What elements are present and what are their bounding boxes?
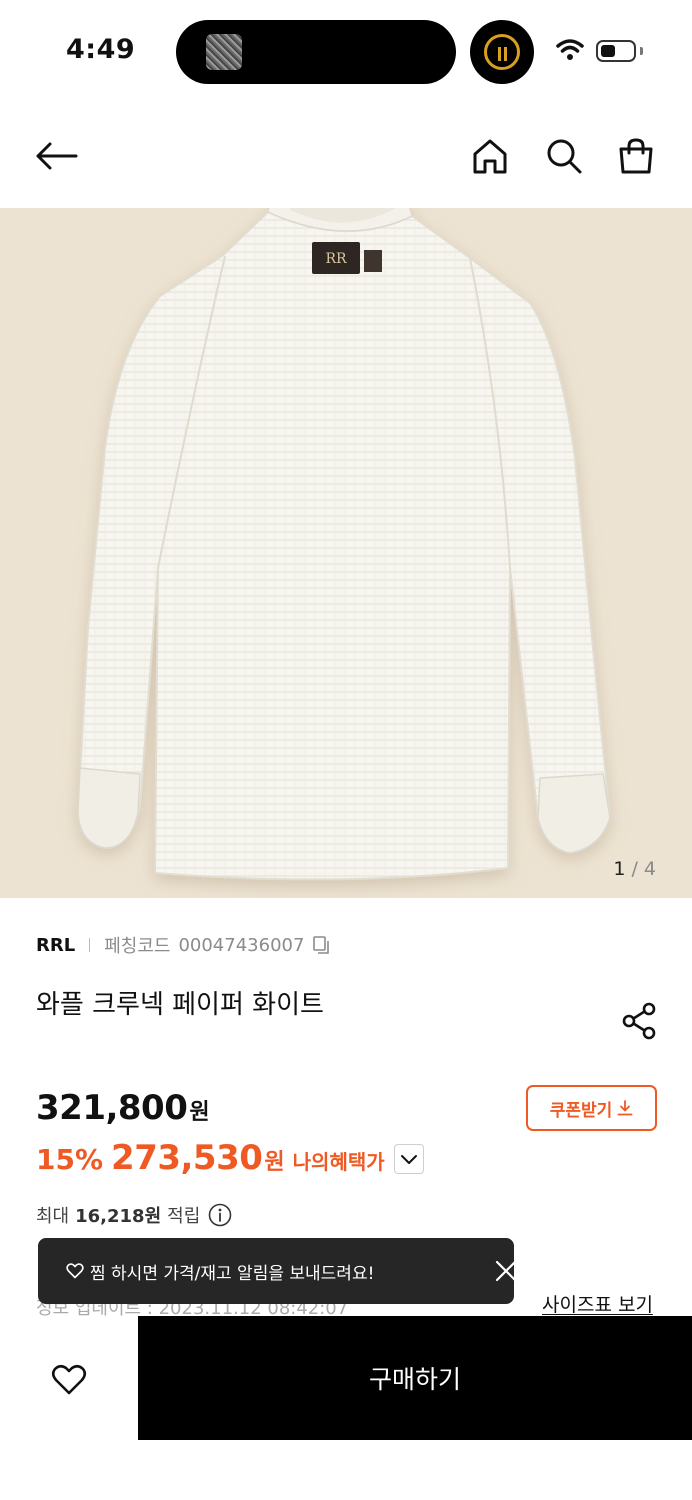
coupon-button[interactable]: 쿠폰받기 — [526, 1085, 657, 1131]
price-original: 321,800 원 — [36, 1088, 210, 1128]
size-chart-link[interactable]: 사이즈표 보기 — [542, 1290, 653, 1317]
timer-ring-icon — [484, 34, 520, 70]
image-counter-current: 1 — [613, 858, 626, 880]
wishlist-toast: 찜 하시면 가격/재고 알림을 보내드려요! — [38, 1238, 517, 1304]
price-sale-amount: 273,530 — [111, 1138, 263, 1178]
wifi-icon — [556, 39, 584, 60]
my-benefit-price-label: 나의혜택가 — [292, 1150, 385, 1174]
wishlist-button[interactable] — [40, 1356, 98, 1404]
pause-icon — [498, 47, 508, 61]
brand-name[interactable]: RRL — [36, 935, 75, 956]
points-amount: 16,218원 — [75, 1206, 162, 1227]
timer-activity[interactable] — [470, 20, 534, 84]
price-sale-currency: 원 — [264, 1150, 285, 1175]
benefit-dropdown-button[interactable] — [394, 1144, 424, 1174]
toast-message: 찜 하시면 가격/재고 알림을 보내드려요! — [90, 1263, 375, 1284]
status-bar: 4:49 — [0, 0, 692, 104]
battery-cap — [640, 47, 643, 55]
fetching-code-value: 00047436007 — [178, 934, 305, 956]
chevron-down-icon — [401, 1155, 417, 1164]
copy-icon[interactable] — [312, 935, 332, 955]
close-icon[interactable] — [494, 1259, 518, 1283]
points-prefix: 최대 — [36, 1206, 70, 1227]
points-suffix: 적립 — [167, 1206, 201, 1227]
top-nav — [0, 104, 692, 208]
home-icon[interactable] — [468, 134, 512, 178]
shopping-bag-icon[interactable] — [614, 134, 658, 178]
heart-icon — [66, 1263, 84, 1279]
info-icon[interactable] — [208, 1203, 232, 1227]
status-time: 4:49 — [66, 34, 136, 65]
product-image-gallery[interactable]: RR 1 / 4 — [0, 208, 692, 898]
share-icon[interactable] — [620, 1002, 658, 1040]
image-counter-separator: / — [631, 858, 638, 880]
back-arrow-icon[interactable] — [34, 134, 78, 178]
brand-row: RRL 페칭코드 00047436007 — [36, 932, 332, 958]
buy-button[interactable]: 구매하기 — [138, 1316, 692, 1440]
dynamic-island[interactable] — [176, 20, 456, 84]
now-playing-thumbnail — [206, 34, 242, 70]
discount-percent: 15% — [36, 1143, 104, 1176]
coupon-button-label: 쿠폰받기 — [549, 1100, 613, 1121]
divider — [89, 938, 91, 952]
battery-level — [601, 45, 615, 57]
price-original-amount: 321,800 — [36, 1088, 188, 1128]
sweater-image: RR — [76, 208, 612, 881]
svg-text:RR: RR — [325, 251, 347, 267]
image-counter-total: 4 — [643, 858, 656, 880]
image-counter: 1 / 4 — [613, 858, 656, 880]
points-row: 최대 16,218원 적립 — [36, 1202, 232, 1228]
heart-outline-icon — [51, 1364, 87, 1395]
search-icon[interactable] — [542, 134, 586, 178]
price-original-currency: 원 — [189, 1100, 210, 1125]
bottom-action-bar: 구매하기 — [0, 1316, 692, 1440]
battery-icon — [596, 40, 636, 62]
fetching-code-label: 페칭코드 — [104, 936, 171, 957]
download-icon — [617, 1100, 633, 1116]
price-sale: 15% 273,530 원 나의혜택가 — [36, 1138, 385, 1178]
product-title: 와플 크루넥 페이퍼 화이트 — [36, 990, 324, 1020]
